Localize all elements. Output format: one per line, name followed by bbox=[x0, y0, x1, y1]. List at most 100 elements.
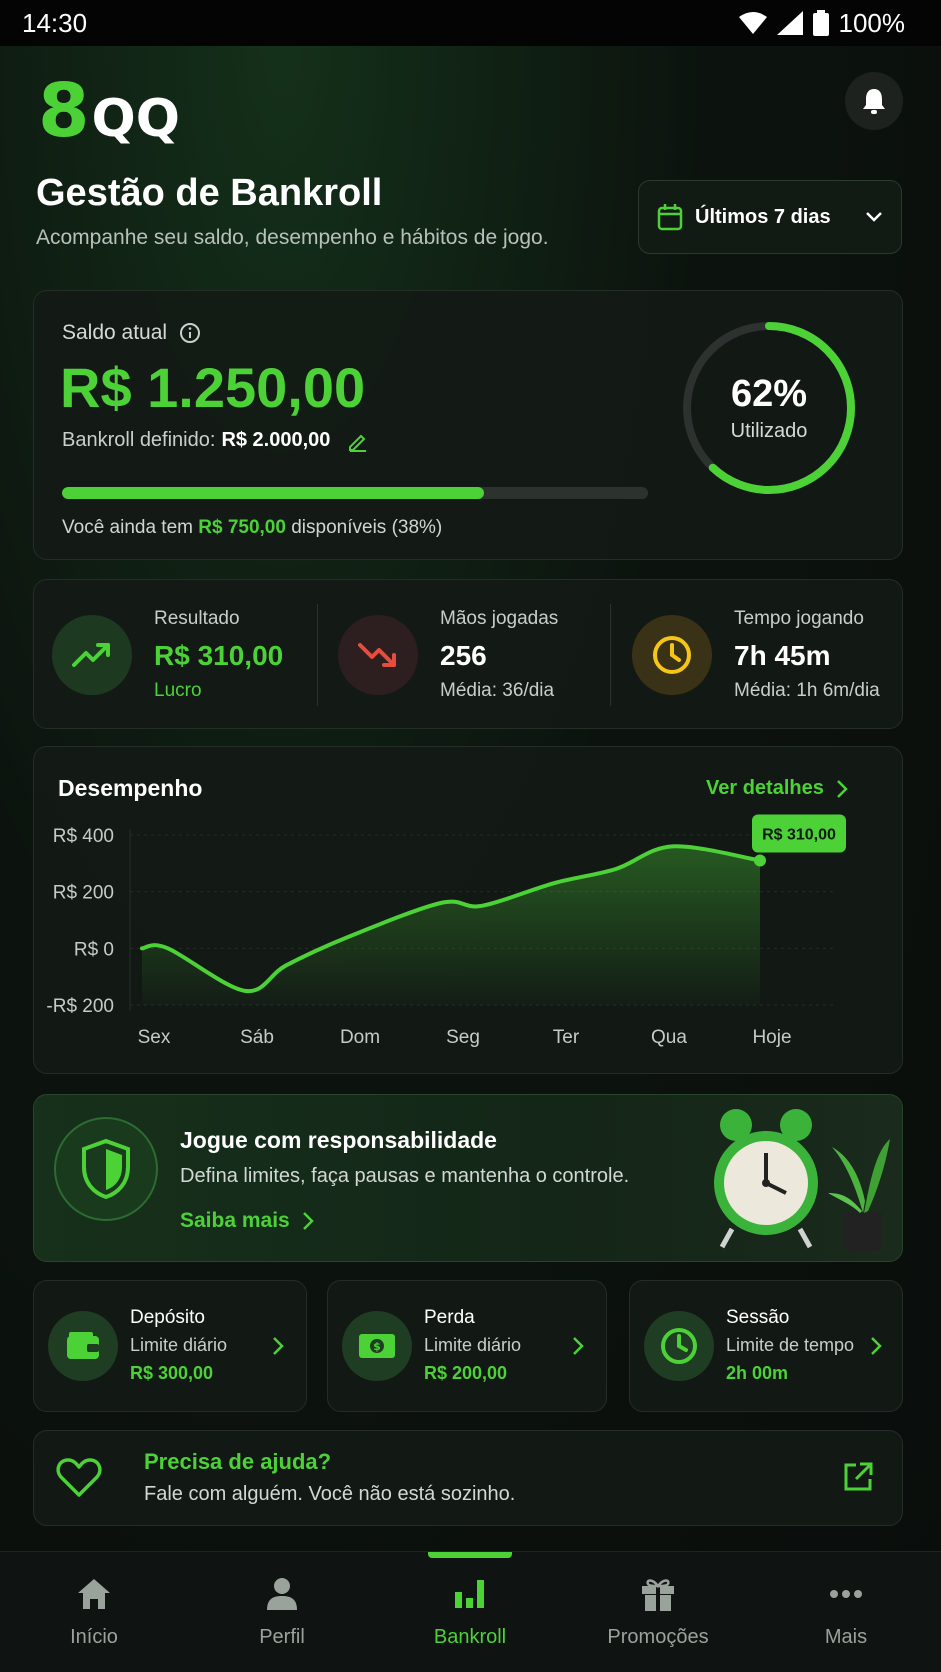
date-range-select[interactable]: Últimos 7 dias bbox=[638, 180, 902, 254]
stat-result-sub: Lucro bbox=[154, 680, 202, 701]
x-tick-label: Ter bbox=[553, 1027, 580, 1048]
series-area bbox=[142, 846, 760, 1005]
session-title: Sessão bbox=[726, 1307, 790, 1328]
learn-more-link[interactable]: Saiba mais bbox=[180, 1209, 314, 1233]
tab-promotions[interactable]: Promoções bbox=[564, 1552, 752, 1672]
help-card[interactable]: Precisa de ajuda? Fale com alguém. Você … bbox=[33, 1430, 903, 1526]
loss-limit-card[interactable]: $ Perda Limite diário R$ 200,00 bbox=[327, 1280, 607, 1412]
balance-label: Saldo atual bbox=[62, 321, 201, 345]
trending-up-icon bbox=[52, 615, 132, 695]
page-subtitle: Acompanhe seu saldo, desempenho e hábito… bbox=[36, 226, 549, 249]
info-icon[interactable] bbox=[179, 322, 201, 344]
stat-result-label: Resultado bbox=[154, 608, 240, 629]
session-value: 2h 00m bbox=[726, 1363, 789, 1383]
stat-divider bbox=[317, 604, 318, 706]
calendar-icon bbox=[657, 204, 683, 231]
tab-bankroll-label: Bankroll bbox=[433, 1626, 507, 1648]
tab-home-label: Início bbox=[70, 1626, 118, 1648]
balance-label-text: Saldo atual bbox=[62, 321, 168, 344]
tab-bankroll[interactable]: Bankroll bbox=[376, 1552, 564, 1672]
performance-card: Desempenho Ver detalhes R$ 400 R$ 200 R$ 0… bbox=[33, 746, 903, 1074]
external-link-icon[interactable] bbox=[842, 1461, 874, 1493]
usage-ring-label: 62% Utilizado bbox=[674, 313, 864, 503]
status-bar: 14:30 100% bbox=[0, 0, 941, 46]
stat-divider bbox=[610, 604, 611, 706]
bankroll-defined: Bankroll definido: R$ 2.000,00 bbox=[62, 429, 370, 452]
tab-more[interactable]: Mais bbox=[752, 1552, 940, 1672]
y-tick-label: R$ 400 bbox=[53, 826, 114, 847]
bar-chart-icon bbox=[453, 1574, 487, 1614]
x-tick-label: Qua bbox=[651, 1027, 687, 1048]
svg-text:$: $ bbox=[373, 1340, 381, 1353]
bankroll-progress-bar bbox=[62, 487, 648, 499]
loss-sub: Limite diário bbox=[424, 1335, 522, 1355]
session-sub: Limite de tempo bbox=[726, 1335, 855, 1355]
tab-more-label: Mais bbox=[824, 1626, 868, 1648]
heart-icon bbox=[56, 1458, 102, 1497]
value-tooltip-label: R$ 310,00 bbox=[762, 827, 836, 844]
bell-icon bbox=[863, 89, 885, 114]
tab-promotions-label: Promoções bbox=[607, 1626, 709, 1648]
edit-icon[interactable] bbox=[346, 430, 370, 452]
notifications-button[interactable] bbox=[845, 72, 903, 130]
x-tick-label: Sex bbox=[138, 1027, 171, 1048]
status-icons: 100% bbox=[738, 7, 906, 39]
last-point-marker bbox=[754, 854, 766, 867]
usage-label: Utilizado bbox=[730, 420, 808, 442]
stat-time-label: Tempo jogando bbox=[734, 608, 864, 629]
stat-hands-sub: Média: 36/dia bbox=[440, 680, 555, 701]
battery-icon bbox=[812, 10, 829, 36]
wifi-icon bbox=[738, 12, 767, 34]
clock-icon bbox=[644, 1311, 714, 1381]
balance-remaining: Você ainda tem R$ 750,00 disponíveis (38… bbox=[62, 517, 442, 539]
stats-card: Resultado R$ 310,00 Lucro Mãos jogadas 2… bbox=[33, 579, 903, 729]
session-limit-card[interactable]: Sessão Limite de tempo 2h 00m bbox=[629, 1280, 903, 1412]
more-icon bbox=[829, 1574, 863, 1614]
battery-level: 100% bbox=[838, 7, 906, 38]
clock-icon bbox=[632, 615, 712, 695]
x-tick-label: Sáb bbox=[240, 1027, 274, 1048]
home-icon bbox=[76, 1574, 112, 1614]
deposit-value: R$ 300,00 bbox=[130, 1363, 214, 1383]
y-tick-label: R$ 200 bbox=[53, 883, 114, 904]
bankroll-defined-label: Bankroll definido: bbox=[62, 429, 216, 451]
user-icon bbox=[265, 1574, 299, 1614]
deposit-limit-card[interactable]: Depósito Limite diário R$ 300,00 bbox=[33, 1280, 307, 1412]
app-screen: 8 QQ Gestão de Bankroll Acompanhe seu sa… bbox=[0, 46, 941, 1672]
page-title: Gestão de Bankroll bbox=[36, 172, 383, 214]
stat-result-value: R$ 310,00 bbox=[154, 640, 284, 671]
money-icon: $ bbox=[342, 1311, 412, 1381]
stat-time: Tempo jogando 7h 45m Média: 1h 6m/dia bbox=[632, 580, 880, 730]
logo-digit: 8 bbox=[38, 68, 90, 154]
y-tick-label: R$ 0 bbox=[74, 939, 114, 960]
chevron-right-icon bbox=[302, 1212, 314, 1230]
tab-profile[interactable]: Perfil bbox=[188, 1552, 376, 1672]
bottom-tab-bar: Início Perfil Bankroll Promoções Mais bbox=[0, 1551, 941, 1672]
stat-hands-label: Mãos jogadas bbox=[440, 608, 559, 629]
help-title: Precisa de ajuda? bbox=[144, 1449, 332, 1474]
chevron-right-icon bbox=[573, 1337, 584, 1355]
loss-title: Perda bbox=[424, 1307, 475, 1328]
balance-card: Saldo atual R$ 1.250,00 Bankroll definid… bbox=[33, 290, 903, 560]
stat-hands-value: 256 bbox=[440, 640, 487, 671]
value-tooltip: R$ 310,00 bbox=[752, 814, 846, 853]
responsible-gaming-card: Jogue com responsabilidade Defina limite… bbox=[33, 1094, 903, 1262]
signal-icon bbox=[776, 11, 803, 35]
deposit-title: Depósito bbox=[130, 1307, 205, 1328]
responsible-title: Jogue com responsabilidade bbox=[180, 1127, 497, 1153]
app-logo: 8 QQ bbox=[38, 74, 180, 148]
wallet-icon bbox=[48, 1311, 118, 1381]
bankroll-progress-fill bbox=[62, 487, 484, 499]
x-tick-label: Hoje bbox=[752, 1027, 791, 1048]
stat-result: Resultado R$ 310,00 Lucro bbox=[52, 580, 283, 730]
loss-value: R$ 200,00 bbox=[424, 1363, 508, 1383]
chevron-down-icon bbox=[866, 212, 882, 222]
trending-down-icon bbox=[338, 615, 418, 695]
status-time: 14:30 bbox=[22, 7, 88, 38]
remaining-prefix: Você ainda tem bbox=[62, 517, 193, 538]
tab-home[interactable]: Início bbox=[0, 1552, 188, 1672]
tab-profile-label: Perfil bbox=[259, 1626, 305, 1648]
deposit-sub: Limite diário bbox=[130, 1335, 228, 1355]
performance-chart: R$ 400 R$ 200 R$ 0 -R$ 200 Sex Sáb Dom Seg Ter Qu… bbox=[46, 814, 846, 1048]
remaining-suffix: disponíveis (38%) bbox=[291, 517, 443, 538]
